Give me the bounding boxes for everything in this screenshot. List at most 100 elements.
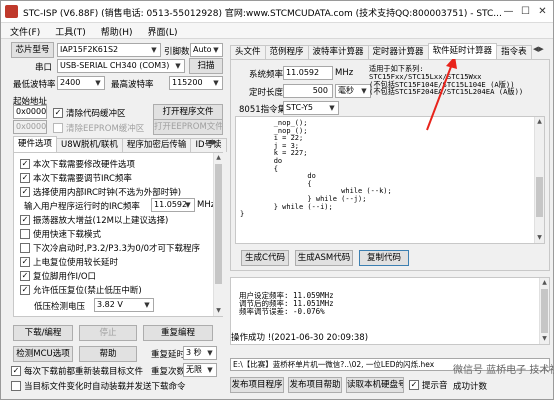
low-voltage-select[interactable]: 3.82 V ▼ (94, 298, 154, 312)
tab-scroll-icon[interactable]: ◀▶ (533, 45, 544, 53)
checkbox-box: ✓ (20, 172, 30, 183)
chip-type-button[interactable]: 芯片型号 (11, 42, 54, 58)
scroll-up-icon[interactable]: ▲ (540, 278, 549, 288)
scroll-down-icon[interactable]: ▼ (540, 334, 549, 344)
clear-eeprom-label: 清除EEPROM缓冲区 (66, 123, 145, 134)
copy-code-button[interactable]: 复制代码 (359, 250, 409, 266)
tab-instruction-table[interactable]: 指令表 (496, 45, 532, 59)
tab-timer-calculator[interactable]: 定时器计算器 (367, 45, 429, 59)
clear-eeprom-checkbox[interactable]: 清除EEPROM缓冲区 (53, 122, 145, 134)
tab-hardware-options[interactable]: 硬件选项 (13, 136, 58, 152)
repeat-delay-label: 重复延时 (151, 350, 186, 360)
menu-tools[interactable]: 工具(T) (46, 23, 92, 38)
code-address-value: 0x0000 (16, 107, 47, 116)
scrollbar-thumb[interactable] (541, 289, 548, 333)
watermark: 微信号 蓝桥电子 技术社区 (453, 365, 554, 376)
maximize-button[interactable]: ☐ (517, 3, 534, 20)
system-frequency-input[interactable]: 11.0592 (283, 66, 333, 80)
generate-c-button[interactable]: 生成C代码 (241, 250, 289, 266)
minimize-button[interactable]: — (500, 3, 517, 20)
help-button[interactable]: 帮助 (79, 346, 137, 362)
low-voltage-value: 3.82 V (97, 300, 123, 309)
chevron-down-icon: ▼ (213, 46, 219, 54)
tab-encrypted-transfer[interactable]: 程序加密后传输 (121, 138, 192, 152)
tab-sample-programs[interactable]: 范例程序 (264, 45, 309, 59)
checkbox-box (53, 122, 63, 133)
auto-load-checkbox[interactable]: 当目标文件变化时自动装载并发送下载命令 (11, 380, 186, 392)
repeat-count-value: 无限 (186, 365, 202, 374)
option-cold-start[interactable]: 下次冷启动时,P3.2/P3.3为0/0才可下载程序 (20, 242, 201, 254)
checkbox-box: ✓ (11, 365, 21, 376)
generated-code-box[interactable]: _nop_(); _nop_(); i = 22; j = 3; k = 227… (235, 116, 545, 244)
chevron-down-icon: ▼ (185, 201, 191, 209)
read-disk-id-button[interactable]: 读取本机硬盘号 (346, 377, 404, 393)
menu-interface[interactable]: 界面(L) (139, 23, 184, 38)
chevron-down-icon: ▼ (175, 62, 181, 70)
tab-scroll-icon[interactable]: ◀▶ (207, 138, 218, 146)
delay-length-input[interactable]: 500 (283, 84, 333, 98)
sound-checkbox[interactable]: ✓ 提示音 (409, 379, 448, 391)
log-scrollbar[interactable]: ▲ ▼ (539, 278, 549, 344)
scroll-down-icon[interactable]: ▼ (535, 233, 544, 243)
option-adjust-irc[interactable]: ✓ 本次下载需要调节IRC频率 (20, 172, 132, 184)
code-address-input[interactable]: 0x0000 (13, 105, 47, 119)
publish-program-button[interactable]: 发布项目程序 (230, 377, 284, 393)
option-modify-hardware[interactable]: ✓ 本次下载需要修改硬件选项 (20, 158, 135, 170)
scrollbar-thumb[interactable] (536, 177, 543, 217)
max-baud-select[interactable]: 115200 ▼ (169, 76, 223, 90)
port-select[interactable]: USB-SERIAL CH340 (COM3) ▼ (57, 59, 185, 73)
stc-isp-window: STC-ISP (V6.88F) (销售电话: 0513-55012928) 官… (0, 0, 554, 400)
menu-file[interactable]: 文件(F) (1, 23, 46, 38)
tab-header-files[interactable]: 头文件 (230, 45, 266, 59)
repeat-delay-select[interactable]: 3 秒 ▼ (183, 346, 217, 360)
min-baud-select[interactable]: 2400 ▼ (57, 76, 105, 90)
download-program-button[interactable]: 下载/编程 (13, 325, 73, 341)
tab-delay-calculator[interactable]: 软件延时计算器 (427, 43, 498, 59)
scroll-up-icon[interactable]: ▲ (214, 153, 223, 163)
title-bar: STC-ISP (V6.88F) (销售电话: 0513-55012928) 官… (1, 1, 553, 23)
tab-baud-calculator[interactable]: 波特率计算器 (307, 45, 369, 59)
options-scrollbar[interactable]: ▲ ▼ (213, 153, 223, 316)
scroll-up-icon[interactable]: ▲ (535, 117, 544, 127)
option-oscillator-gain[interactable]: ✓ 振荡器放大增益(12M以上建议选择) (20, 214, 168, 226)
reload-before-download-checkbox[interactable]: ✓ 每次下载前都重新装载目标文件 (11, 365, 143, 377)
stop-button[interactable]: 停止 (79, 325, 137, 341)
auto-load-label: 当目标文件变化时自动装载并发送下载命令 (24, 381, 186, 392)
delay-unit-select[interactable]: 毫秒 ▼ (335, 84, 371, 98)
publish-help-button[interactable]: 发布项目帮助 (288, 377, 342, 393)
system-frequency-value: 11.0592 (286, 68, 320, 77)
option-label: 使用快速下载模式 (33, 229, 102, 240)
generate-asm-button[interactable]: 生成ASM代码 (295, 250, 353, 266)
scan-button[interactable]: 扫描 (189, 58, 223, 74)
clear-code-checkbox[interactable]: ✓ 清除代码缓冲区 (53, 107, 126, 119)
tab-u8w[interactable]: U8W脱机/联机 (56, 138, 123, 152)
instruction-set-select[interactable]: STC-Y5 ▼ (283, 101, 339, 115)
open-program-file-button[interactable]: 打开程序文件 (153, 104, 223, 120)
menu-help[interactable]: 帮助(H) (92, 23, 139, 38)
irc-frequency-select[interactable]: 11.0592 ▼ (151, 198, 195, 212)
chip-type-select[interactable]: IAP15F2K61S2 ▼ (57, 43, 161, 57)
option-long-reset-delay[interactable]: ✓ 上电复位使用较长延时 (20, 256, 118, 268)
option-reset-pin-io[interactable]: ✓ 复位脚用作I/O口 (20, 270, 97, 282)
file-path-text: E:\【比赛】蓝桥杯单片机一微信?..\02, 一位LED的闪烁.hex (233, 360, 435, 369)
log-line: 频率调节误差: -0.076% (239, 307, 325, 316)
close-button[interactable]: ✕ (534, 3, 551, 20)
repeat-program-button[interactable]: 重复编程 (143, 325, 213, 341)
detect-mcu-button[interactable]: 检测MCU选项 (13, 346, 73, 362)
option-label: 复位脚用作I/O口 (33, 271, 97, 282)
option-fast-download[interactable]: 使用快速下载模式 (20, 228, 102, 240)
checkbox-box (11, 380, 21, 391)
code-scrollbar[interactable]: ▲ ▼ (534, 117, 544, 243)
option-internal-irc[interactable]: ✓ 选择使用内部IRC时钟(不选为外部时钟) (20, 186, 181, 198)
chevron-down-icon: ▼ (361, 87, 367, 95)
scrollbar-thumb[interactable] (215, 164, 222, 284)
option-label: 下次冷启动时,P3.2/P3.3为0/0才可下载程序 (33, 243, 201, 254)
option-low-voltage-reset[interactable]: ✓ 允许低压复位(禁止低压中断) (20, 284, 142, 296)
repeat-count-select[interactable]: 无限 ▼ (183, 363, 217, 377)
scroll-down-icon[interactable]: ▼ (214, 306, 223, 316)
chip-type-value: IAP15F2K61S2 (60, 45, 119, 54)
pins-select[interactable]: Auto ▼ (190, 43, 223, 57)
open-eeprom-file-button[interactable]: 打开EEPROM文件 (153, 119, 223, 135)
option-label: 本次下载需要调节IRC频率 (33, 173, 132, 184)
eeprom-address-input[interactable]: 0x0000 (13, 120, 47, 134)
